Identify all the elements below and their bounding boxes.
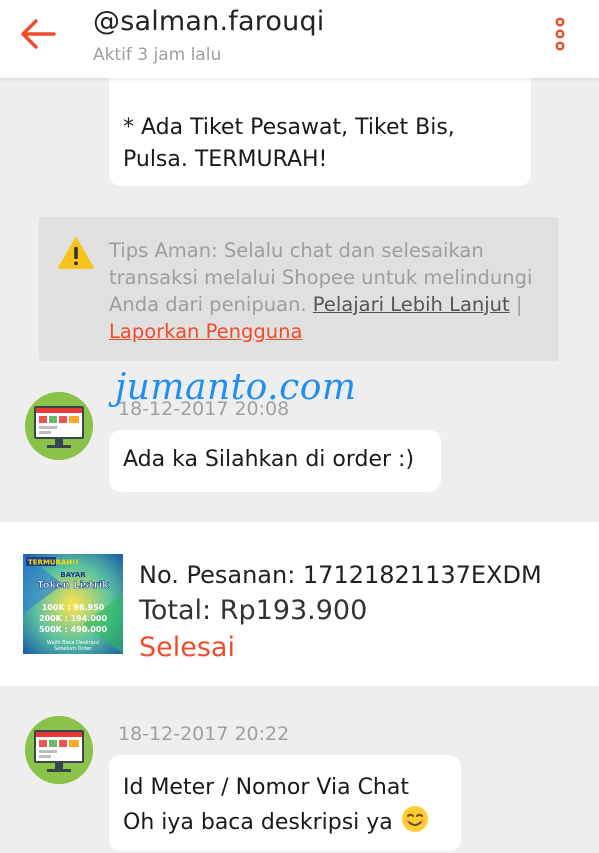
thumbnail-footer: Sebelum Order — [54, 646, 93, 652]
order-number: No. Pesanan: 17121821137EXDM — [139, 561, 542, 589]
warning-icon — [56, 235, 96, 271]
safety-tips-notice: Tips Aman: Selalu chat dan selesaikan tr… — [39, 217, 559, 361]
chat-header: @salman.farouqi Aktif 3 jam lalu — [0, 0, 599, 78]
thumbnail-price-row: 100K : 96.950 — [42, 603, 105, 612]
message-text: Ada ka Silahkan di order :) — [123, 447, 415, 472]
order-total: Total: Rp193.900 — [139, 595, 368, 626]
learn-more-link[interactable]: Pelajari Lebih Lanjut — [313, 293, 510, 316]
message-line: Id Meter / Nomor Via Chat — [123, 775, 409, 800]
report-user-link[interactable]: Laporkan Pengguna — [109, 320, 302, 343]
avatar[interactable] — [25, 392, 93, 460]
token-listrik-image: TERMURAH!! BAYAR Token Listrik 100K : 96… — [23, 554, 123, 654]
message-bubble: Id Meter / Nomor Via Chat Oh iya baca de… — [109, 755, 461, 851]
smiling-face-emoji — [401, 806, 428, 832]
product-thumbnail[interactable]: TERMURAH!! BAYAR Token Listrik 100K : 96… — [23, 554, 123, 654]
last-active-status: Aktif 3 jam lalu — [93, 45, 222, 65]
shop-avatar-icon — [25, 716, 93, 784]
arrow-left-icon — [21, 19, 56, 49]
message-line: Pulsa. TERMURAH! — [123, 147, 328, 172]
message-line: Oh iya baca deskripsi ya — [123, 810, 393, 835]
thumbnail-badge: TERMURAH!! — [28, 559, 79, 567]
message-bubble: Ada ka Silahkan di order :) — [109, 430, 441, 492]
shop-avatar-icon — [25, 392, 93, 460]
more-vertical-icon — [555, 17, 565, 51]
message-line-with-emoji: Oh iya baca deskripsi ya — [123, 804, 447, 839]
order-status: Selesai — [139, 632, 235, 663]
safety-tips-text: Tips Aman: Selalu chat dan selesaikan tr… — [109, 237, 549, 345]
thumbnail-title: Token Listrik — [37, 580, 109, 591]
avatar[interactable] — [25, 716, 93, 784]
watermark-text: jumanto.com — [115, 367, 357, 408]
thumbnail-price-row: 500K : 490.000 — [39, 625, 108, 634]
message-bubble-partial: * Ada Tiket Pesawat, Tiket Bis, Pulsa. T… — [109, 78, 531, 186]
message-line: * Ada Tiket Pesawat, Tiket Bis, — [123, 115, 455, 140]
more-menu-button[interactable] — [552, 17, 568, 51]
message-timestamp: 18-12-2017 20:22 — [118, 723, 290, 745]
chat-screen: @salman.farouqi Aktif 3 jam lalu * Ada T… — [0, 0, 599, 853]
separator: | — [515, 293, 523, 316]
thumbnail-pretitle: BAYAR — [60, 571, 86, 579]
back-button[interactable] — [18, 16, 58, 52]
chat-username: @salman.farouqi — [93, 6, 325, 37]
thumbnail-price-row: 200K : 194.000 — [39, 614, 108, 623]
